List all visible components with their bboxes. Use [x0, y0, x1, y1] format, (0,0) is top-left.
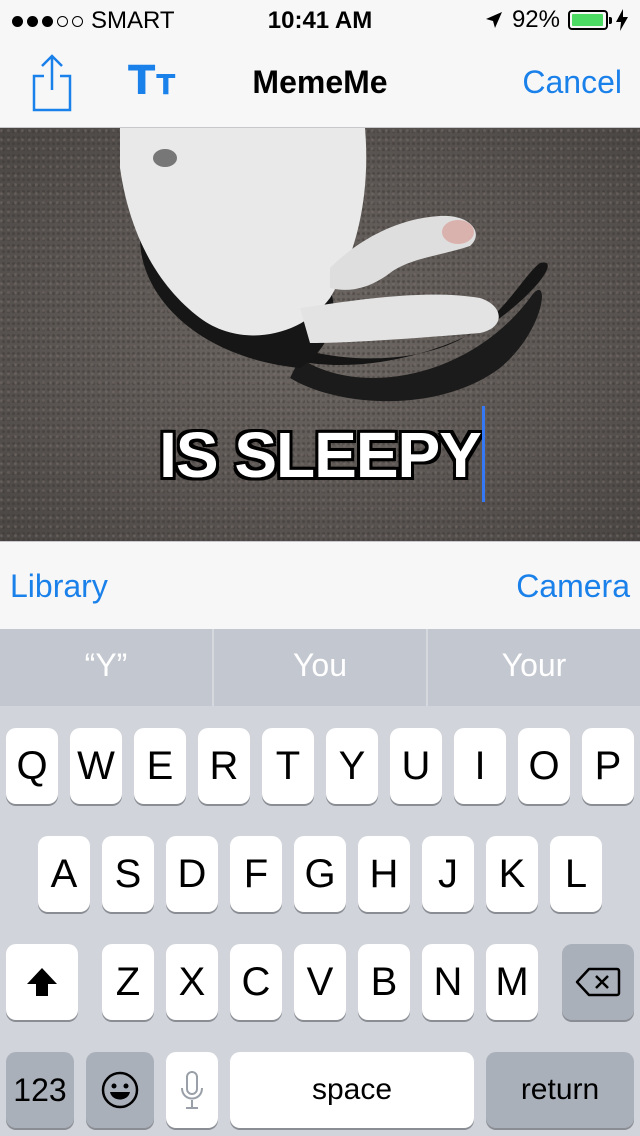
- suggestion-you[interactable]: You: [212, 629, 426, 706]
- space-key[interactable]: space: [230, 1052, 474, 1128]
- backspace-key[interactable]: [562, 944, 634, 1020]
- key-i[interactable]: I: [454, 728, 506, 804]
- key-e[interactable]: E: [134, 728, 186, 804]
- key-y[interactable]: Y: [326, 728, 378, 804]
- key-v[interactable]: V: [294, 944, 346, 1020]
- key-j[interactable]: J: [422, 836, 474, 912]
- suggestion-quoted[interactable]: “Y”: [0, 629, 212, 706]
- key-u[interactable]: U: [390, 728, 442, 804]
- status-bar: SMART 10:41 AM 92%: [0, 0, 640, 40]
- text-cursor: [482, 406, 485, 502]
- key-s[interactable]: S: [102, 836, 154, 912]
- library-button[interactable]: Library: [10, 568, 108, 605]
- key-t[interactable]: T: [262, 728, 314, 804]
- navigation-bar: T T MemeMe Cancel: [0, 40, 640, 128]
- return-key[interactable]: return: [486, 1052, 634, 1128]
- emoji-key[interactable]: [86, 1052, 154, 1128]
- key-f[interactable]: F: [230, 836, 282, 912]
- camera-button[interactable]: Camera: [516, 568, 630, 605]
- battery-percent: 92%: [511, 6, 560, 33]
- key-d[interactable]: D: [166, 836, 218, 912]
- shift-icon: [27, 968, 57, 996]
- key-h[interactable]: H: [358, 836, 410, 912]
- key-c[interactable]: C: [230, 944, 282, 1020]
- key-g[interactable]: G: [294, 836, 346, 912]
- key-r[interactable]: R: [198, 728, 250, 804]
- key-p[interactable]: P: [582, 728, 634, 804]
- keyboard: Q W E R T Y U I O P A S D F G H J K L Z …: [0, 706, 640, 1136]
- key-b[interactable]: B: [358, 944, 410, 1020]
- meme-bottom-text[interactable]: IS SLEEPY: [0, 418, 640, 492]
- numbers-key[interactable]: 123: [6, 1052, 74, 1128]
- shift-key[interactable]: [6, 944, 78, 1020]
- emoji-icon: [101, 1071, 139, 1109]
- battery-icon: [568, 10, 612, 30]
- microphone-key[interactable]: [166, 1052, 218, 1128]
- suggestion-your[interactable]: Your: [426, 629, 640, 706]
- key-m[interactable]: M: [486, 944, 538, 1020]
- backspace-icon: [575, 967, 621, 997]
- key-w[interactable]: W: [70, 728, 122, 804]
- key-x[interactable]: X: [166, 944, 218, 1020]
- key-o[interactable]: O: [518, 728, 570, 804]
- image-source-toolbar: Library Camera: [0, 541, 640, 629]
- key-a[interactable]: A: [38, 836, 90, 912]
- key-n[interactable]: N: [422, 944, 474, 1020]
- key-k[interactable]: K: [486, 836, 538, 912]
- key-q[interactable]: Q: [6, 728, 58, 804]
- location-arrow-icon: [485, 12, 502, 28]
- predictive-bar: “Y” You Your: [0, 629, 640, 706]
- meme-image: IS SLEEPY: [0, 128, 640, 541]
- key-z[interactable]: Z: [102, 944, 154, 1020]
- charging-bolt-icon: [616, 9, 628, 31]
- key-l[interactable]: L: [550, 836, 602, 912]
- microphone-icon: [181, 1071, 203, 1109]
- cancel-button[interactable]: Cancel: [522, 64, 622, 101]
